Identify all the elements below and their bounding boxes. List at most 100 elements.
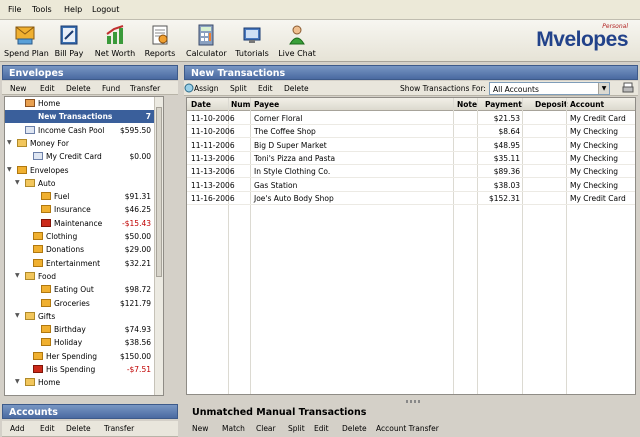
account-filter-select[interactable]: All Accounts ▼ [489,82,610,95]
envelope-name: Gifts [38,311,56,321]
envelope-scrollbar[interactable] [154,97,163,395]
envelope-name: My Credit Card [46,152,102,162]
tutorials-button[interactable]: Tutorials [234,22,270,60]
account-delete-button[interactable]: Delete [66,424,91,433]
envelope-icon [33,351,43,360]
envelope-row[interactable]: Fuel $91.31 [5,190,163,203]
envelope-delete-button[interactable]: Delete [66,84,91,93]
live-chat-button[interactable]: Live Chat [278,22,316,60]
unmatched-split-button[interactable]: Split [288,424,305,433]
envelope-row[interactable]: ▼ Money For [5,137,163,150]
envelope-row[interactable]: Maintenance -$15.43 [5,217,163,230]
menu-file[interactable]: File [8,5,21,14]
cell-payee: Gas Station [254,180,298,190]
account-transfer-button[interactable]: Transfer [104,424,134,433]
account-edit-button[interactable]: Edit [40,424,55,433]
envelope-name: Her Spending [46,351,97,361]
col-num[interactable]: Num [231,100,250,109]
envelope-balance: $91.31 [124,192,151,202]
envelope-row[interactable]: Holiday $38.56 [5,336,163,349]
envelope-row[interactable]: ▼ Auto [5,177,163,190]
envelope-red-icon [41,218,51,227]
envelope-row[interactable]: Income Cash Pool $595.50 [5,124,163,137]
envelope-name: Entertainment [46,258,101,268]
envelope-row[interactable]: Eating Out $98.72 [5,283,163,296]
envelope-icon [41,285,51,294]
unmatched-match-button[interactable]: Match [222,424,245,433]
envelope-row[interactable]: Insurance $46.25 [5,203,163,216]
envelope-row[interactable]: Groceries $121.79 [5,297,163,310]
envelope-row[interactable]: ▼ Gifts [5,310,163,323]
envelope-row[interactable]: His Spending -$7.51 [5,363,163,376]
envelope-transfer-button[interactable]: Transfer [130,84,160,93]
envelope-row[interactable]: My Credit Card $0.00 [5,150,163,163]
cell-date: 11-13-2006 [191,167,235,177]
account-transfer-button[interactable]: Account Transfer [376,424,439,433]
expand-toggle-icon[interactable]: ▼ [7,139,12,146]
col-payee[interactable]: Payee [254,100,279,109]
envelope-icon [33,232,43,240]
menu-help[interactable]: Help [64,5,82,14]
envelope-tree[interactable]: ▼ Home His Spending -$7.51 Her Spending $150.… [4,96,164,396]
cell-account: My Checking [570,167,618,177]
unmatched-new-button[interactable]: New [192,424,208,433]
table-row[interactable]: 11-10-2006 The Coffee Shop $8.64 My Checkin… [187,125,635,139]
envelope-row[interactable]: Entertainment $32.21 [5,257,163,270]
envelope-fund-button[interactable]: Fund [102,84,120,93]
net-worth-button[interactable]: Net Worth [94,22,136,60]
unmatched-clear-button[interactable]: Clear [256,424,276,433]
print-icon[interactable] [622,82,634,94]
envelope-edit-button[interactable]: Edit [40,84,55,93]
assign-button[interactable]: Assign [194,84,219,93]
col-note[interactable]: Note [457,100,477,109]
cell-date: 11-11-2006 [191,140,235,150]
envelope-row[interactable]: ▼ Food [5,270,163,283]
expand-toggle-icon[interactable]: ▼ [15,179,20,186]
envelope-icon [41,298,51,307]
chevron-down-icon[interactable]: ▼ [598,83,609,94]
col-payment[interactable]: Payment [485,100,522,109]
spend-plan-button[interactable]: Spend Plan [4,22,49,60]
envelope-name: Auto [38,178,56,188]
split-button[interactable]: Split [230,84,247,93]
calculator-button[interactable]: Calculator [186,22,227,60]
table-row[interactable]: 11-13-2006 Gas Station $38.03 My Checking [187,179,635,192]
expand-toggle-icon[interactable]: ▼ [15,378,20,385]
col-deposit[interactable]: Deposit [535,100,567,109]
bill-pay-button[interactable]: Bill Pay [50,22,88,60]
envelope-balance: $50.00 [124,232,151,241]
table-row[interactable]: 11-10-2006 Corner Floral $21.53 My Credit C… [187,112,635,125]
table-row[interactable]: 11-13-2006 Toni's Pizza and Pasta $35.11 My… [187,152,635,165]
envelope-name: Clothing [46,232,78,241]
unmatched-delete-button[interactable]: Delete [342,424,367,433]
menu-tools[interactable]: Tools [32,5,52,14]
envelope-new-button[interactable]: New [10,84,26,93]
envelope-balance: $38.56 [124,338,151,348]
splitter-handle[interactable] [406,400,420,403]
expand-toggle-icon[interactable]: ▼ [15,272,20,279]
envelope-row[interactable]: ▼ Envelopes [5,164,163,177]
unmatched-edit-button[interactable]: Edit [314,424,329,433]
edit-button[interactable]: Edit [258,84,273,93]
envelope-row[interactable]: Birthday $74.93 [5,323,163,336]
envelope-row[interactable]: ▼ Home [5,376,163,389]
envelope-row[interactable]: New Transactions 7 [5,110,163,124]
table-row[interactable]: 11-11-2006 Big D Super Market $48.95 My Che… [187,139,635,152]
table-row[interactable]: 11-13-2006 In Style Clothing Co. $89.36 My … [187,165,635,179]
menu-logout[interactable]: Logout [92,5,119,14]
col-account[interactable]: Account [570,100,604,109]
expand-toggle-icon[interactable]: ▼ [15,312,20,319]
col-date[interactable]: Date [191,100,211,109]
expand-toggle-icon[interactable]: ▼ [7,166,12,173]
envelope-row[interactable]: Clothing $50.00 [5,230,163,243]
envelope-row[interactable]: Donations $29.00 [5,243,163,256]
scrollbar-thumb[interactable] [156,107,162,277]
table-row[interactable]: 11-16-2006 Joe's Auto Body Shop $152.31 My … [187,192,635,205]
reports-button[interactable]: Reports [144,22,176,60]
envelope-row[interactable]: Her Spending $150.00 [5,350,163,363]
cell-account: My Checking [570,127,618,137]
cell-payment: $152.31 [488,193,520,203]
delete-button[interactable]: Delete [284,84,309,93]
envelope-row[interactable]: Home [5,97,163,110]
account-add-button[interactable]: Add [10,424,25,433]
